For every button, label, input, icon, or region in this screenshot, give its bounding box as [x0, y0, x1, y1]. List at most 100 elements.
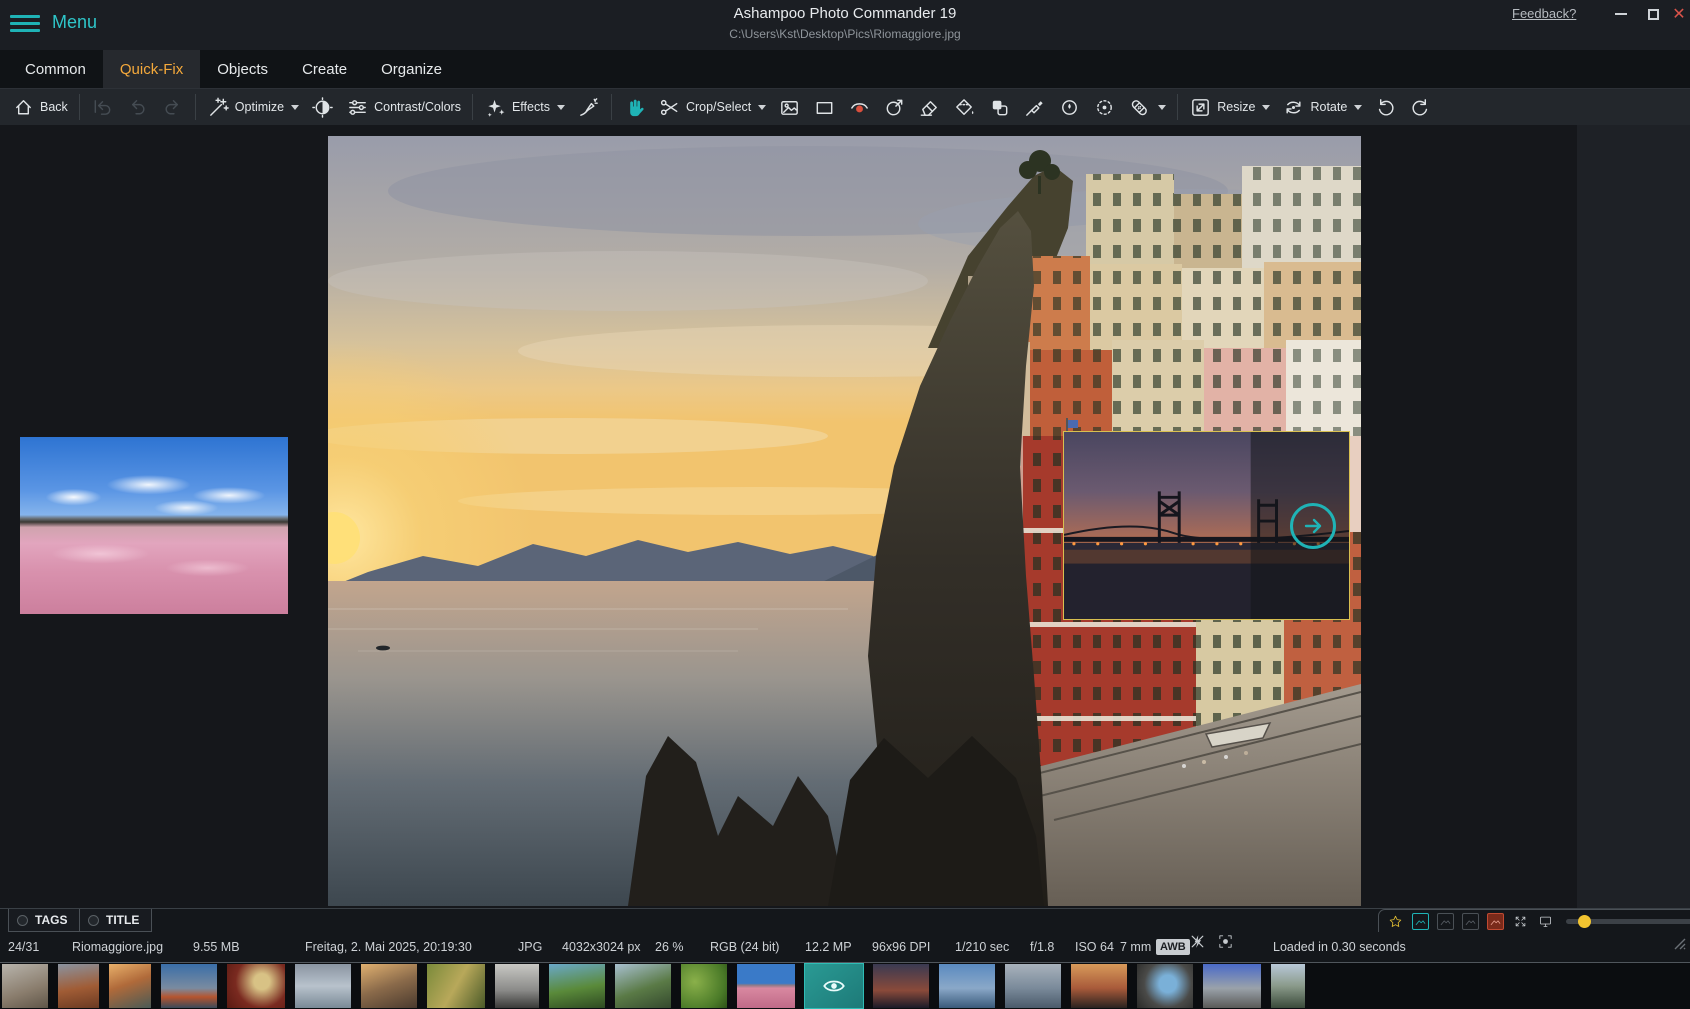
back-button[interactable]: Back [6, 92, 74, 122]
status-date: Freitag, 2. Mai 2025, 20:19:30 [305, 932, 472, 962]
tab-organize[interactable]: Organize [364, 50, 459, 88]
previous-image-preview[interactable] [20, 437, 288, 614]
filmstrip-thumb-sunset-palms[interactable] [1071, 964, 1127, 1008]
rotate-caret [1354, 105, 1362, 110]
filmstrip-thumb-torii-gate[interactable] [295, 964, 351, 1008]
healing-button[interactable] [1122, 92, 1172, 122]
zoom-slider-knob[interactable] [1578, 915, 1591, 928]
feedback-link[interactable]: Feedback? [1512, 6, 1576, 21]
filmstrip-thumb-red-rooftops[interactable] [58, 964, 99, 1008]
blur-tool-button[interactable] [1052, 92, 1087, 122]
filmstrip-thumb-current-image[interactable] [805, 964, 863, 1008]
fill-button[interactable] [947, 92, 982, 122]
resize-caret [1262, 105, 1270, 110]
fullscreen-button[interactable] [1512, 913, 1529, 930]
minimize-button[interactable] [1608, 4, 1634, 24]
water-drop-circle-icon [1058, 96, 1081, 119]
effects-button[interactable]: Effects [478, 92, 571, 122]
status-filesize: 9.55 MB [193, 932, 240, 962]
title-tab[interactable]: TITLE [79, 909, 152, 932]
filmstrip-thumb-lily-pads[interactable] [681, 964, 727, 1008]
titlebar: Menu Ashampoo Photo Commander 19 C:\User… [0, 0, 1690, 50]
status-color-mode: RGB (24 bit) [710, 932, 779, 962]
thumb-highlight-button[interactable] [1487, 913, 1504, 930]
filmstrip-thumb-waterfall[interactable] [1271, 964, 1305, 1008]
file-path: C:\Users\Kst\Desktop\Pics\Riomaggiore.jp… [0, 27, 1690, 41]
filmstrip [0, 962, 1690, 1009]
shapes-copy-icon [988, 96, 1011, 119]
vignette-button[interactable] [1087, 92, 1122, 122]
filmstrip-thumb-rocky-village[interactable] [2, 964, 48, 1008]
monitor-view-button[interactable] [1537, 913, 1554, 930]
view-options-cluster [1378, 909, 1690, 933]
tab-quick-fix[interactable]: Quick-Fix [103, 50, 200, 88]
filmstrip-thumb-lake-cabin[interactable] [939, 964, 995, 1008]
close-button[interactable]: ✕ [1666, 4, 1690, 24]
crop-select-caret [758, 105, 766, 110]
rotate-left-button[interactable] [1368, 92, 1403, 122]
tab-create[interactable]: Create [285, 50, 364, 88]
status-iso: ISO 64 [1075, 932, 1114, 962]
filmstrip-thumb-bridge-dusk[interactable] [873, 964, 929, 1008]
filmstrip-thumb-three-peaks[interactable] [1203, 964, 1261, 1008]
tab-common[interactable]: Common [8, 50, 103, 88]
filmstrip-thumb-autumn-city[interactable] [109, 964, 151, 1008]
stamp-shapes-button[interactable] [982, 92, 1017, 122]
pan-hand-tool[interactable] [617, 92, 652, 122]
rect-select-button[interactable] [807, 92, 842, 122]
zoom-slider[interactable] [1566, 919, 1690, 924]
app-window: Menu Ashampoo Photo Commander 19 C:\User… [0, 0, 1690, 1009]
filmstrip-thumb-stone-arch[interactable] [1137, 964, 1193, 1008]
redo-button[interactable] [155, 92, 190, 122]
thumb-size-medium-button[interactable] [1437, 913, 1454, 930]
status-image-index: 24/31 [8, 932, 39, 962]
rating-star-button[interactable] [1387, 913, 1404, 930]
thumb-size-large-button[interactable] [1462, 913, 1479, 930]
eye-icon [821, 973, 847, 999]
toolbar: Back Optimize Contrast/Colors Effects [0, 88, 1690, 125]
contrast-colors-button[interactable]: Contrast/Colors [340, 92, 467, 122]
status-zoom-level: 26 % [655, 932, 684, 962]
optimize-caret [291, 105, 299, 110]
filmstrip-thumb-mountain-falls[interactable] [361, 964, 417, 1008]
crop-select-button[interactable]: Crop/Select [652, 92, 772, 122]
undo-all-button[interactable] [85, 92, 120, 122]
window-resize-grip[interactable] [1671, 932, 1687, 948]
next-image-button[interactable] [1290, 503, 1336, 549]
resize-button[interactable]: Resize [1183, 92, 1276, 122]
filmstrip-thumb-green-hills[interactable] [549, 964, 605, 1008]
filmstrip-thumb-island-church[interactable] [1005, 964, 1061, 1008]
status-exposure: 1/210 sec [955, 932, 1009, 962]
filmstrip-thumb-valley-river[interactable] [615, 964, 671, 1008]
undo-all-icon [91, 96, 114, 119]
eraser-button[interactable] [912, 92, 947, 122]
eyedropper-button[interactable] [1017, 92, 1052, 122]
optimize-button[interactable]: Optimize [201, 92, 305, 122]
tags-tab[interactable]: TAGS [8, 909, 80, 932]
sliders-icon [346, 96, 369, 119]
thumb-size-small-button[interactable] [1412, 913, 1429, 930]
red-eye-button[interactable] [842, 92, 877, 122]
filmstrip-thumb-cathedral[interactable] [495, 964, 539, 1008]
filmstrip-thumb-harbor-houses[interactable] [161, 964, 217, 1008]
maximize-button[interactable] [1640, 4, 1666, 24]
clone-button[interactable] [877, 92, 912, 122]
filmstrip-thumb-painted-plates[interactable] [227, 964, 285, 1008]
filmstrip-thumb-bamboo-forest[interactable] [427, 964, 485, 1008]
undo-button[interactable] [120, 92, 155, 122]
filmstrip-thumb-pink-lake[interactable] [737, 964, 795, 1008]
retouch-brush-button[interactable] [571, 92, 606, 122]
rotate-icon [1282, 96, 1305, 119]
auto-contrast-button[interactable] [305, 92, 340, 122]
rotate-button[interactable]: Rotate [1276, 92, 1368, 122]
tab-objects[interactable]: Objects [200, 50, 285, 88]
rotate-ccw-icon [1374, 96, 1397, 119]
straighten-photo-icon [778, 96, 801, 119]
status-focal-length: 7 mm [1120, 932, 1151, 962]
status-format: JPG [518, 932, 542, 962]
home-icon [12, 96, 35, 119]
resize-icon [1189, 96, 1212, 119]
straighten-button[interactable] [772, 92, 807, 122]
rotate-cw-icon [1409, 96, 1432, 119]
rotate-right-button[interactable] [1403, 92, 1438, 122]
